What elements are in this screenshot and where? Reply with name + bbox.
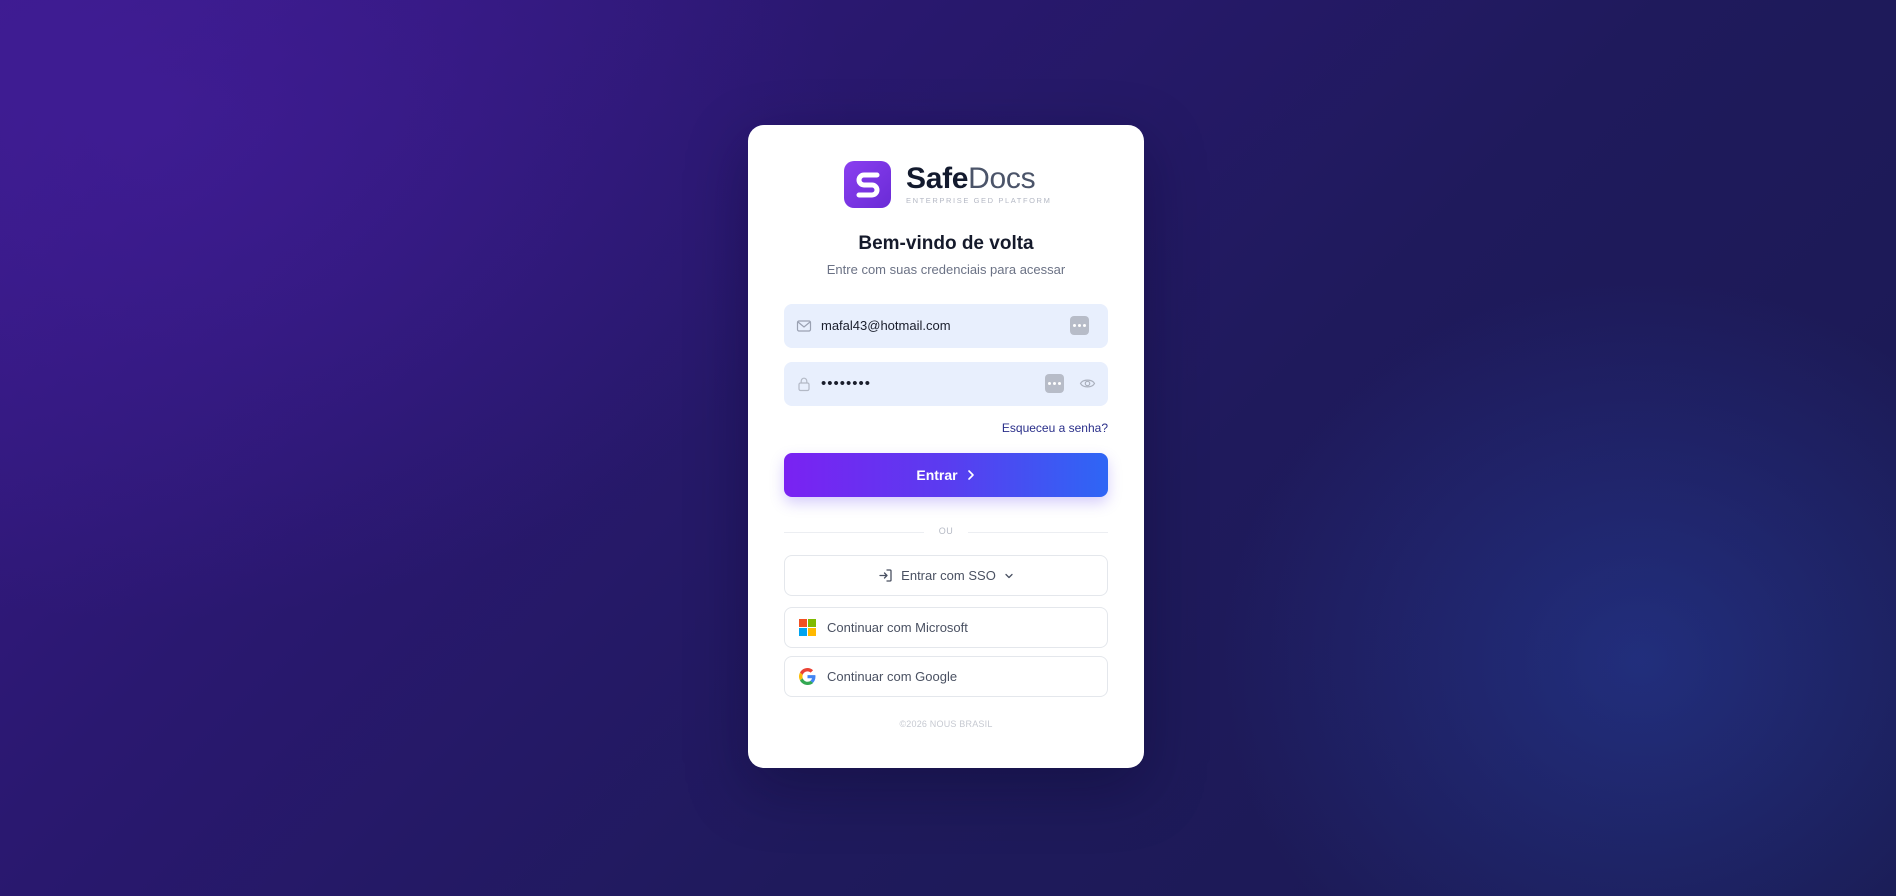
chevron-right-icon xyxy=(967,470,974,480)
sign-in-icon xyxy=(879,569,892,582)
autofill-key-icon[interactable] xyxy=(1070,316,1089,335)
microsoft-login-button[interactable]: Continuar com Microsoft xyxy=(784,607,1108,648)
logo-icon xyxy=(844,161,891,208)
password-value[interactable]: •••••••• xyxy=(821,362,871,406)
google-login-button[interactable]: Continuar com Google xyxy=(784,656,1108,697)
google-label: Continuar com Google xyxy=(827,669,958,684)
brand-name: SafeDocs xyxy=(906,162,1036,195)
copyright-footer: ©2026 NOUS BRASIL xyxy=(899,719,993,729)
chevron-down-icon xyxy=(1005,573,1013,578)
mail-icon xyxy=(796,320,812,332)
brand: SafeDocs ENTERPRISE GED PLATFORM xyxy=(844,161,1051,208)
autofill-key-icon[interactable] xyxy=(1045,374,1064,393)
email-value[interactable]: mafal43@hotmail.com xyxy=(821,304,951,348)
login-button[interactable]: Entrar xyxy=(784,453,1108,497)
page-title: Bem-vindo de volta xyxy=(858,233,1034,254)
google-icon xyxy=(799,668,816,685)
password-field[interactable]: •••••••• xyxy=(784,362,1108,406)
lock-icon xyxy=(798,377,810,392)
sso-button[interactable]: Entrar com SSO xyxy=(784,555,1108,596)
eye-icon[interactable] xyxy=(1079,375,1096,392)
microsoft-icon xyxy=(799,619,816,636)
sso-label: Entrar com SSO xyxy=(901,568,996,583)
or-divider: OU xyxy=(784,526,1108,538)
microsoft-label: Continuar com Microsoft xyxy=(827,620,968,635)
forgot-password-link[interactable]: Esqueceu a senha? xyxy=(1002,421,1108,435)
email-field[interactable]: mafal43@hotmail.com xyxy=(784,304,1108,348)
login-button-label: Entrar xyxy=(916,467,958,483)
page-subtitle: Entre com suas credenciais para acessar xyxy=(826,262,1066,277)
brand-tagline: ENTERPRISE GED PLATFORM xyxy=(906,196,1052,205)
login-card: SafeDocs ENTERPRISE GED PLATFORM Bem-vin… xyxy=(748,125,1144,768)
